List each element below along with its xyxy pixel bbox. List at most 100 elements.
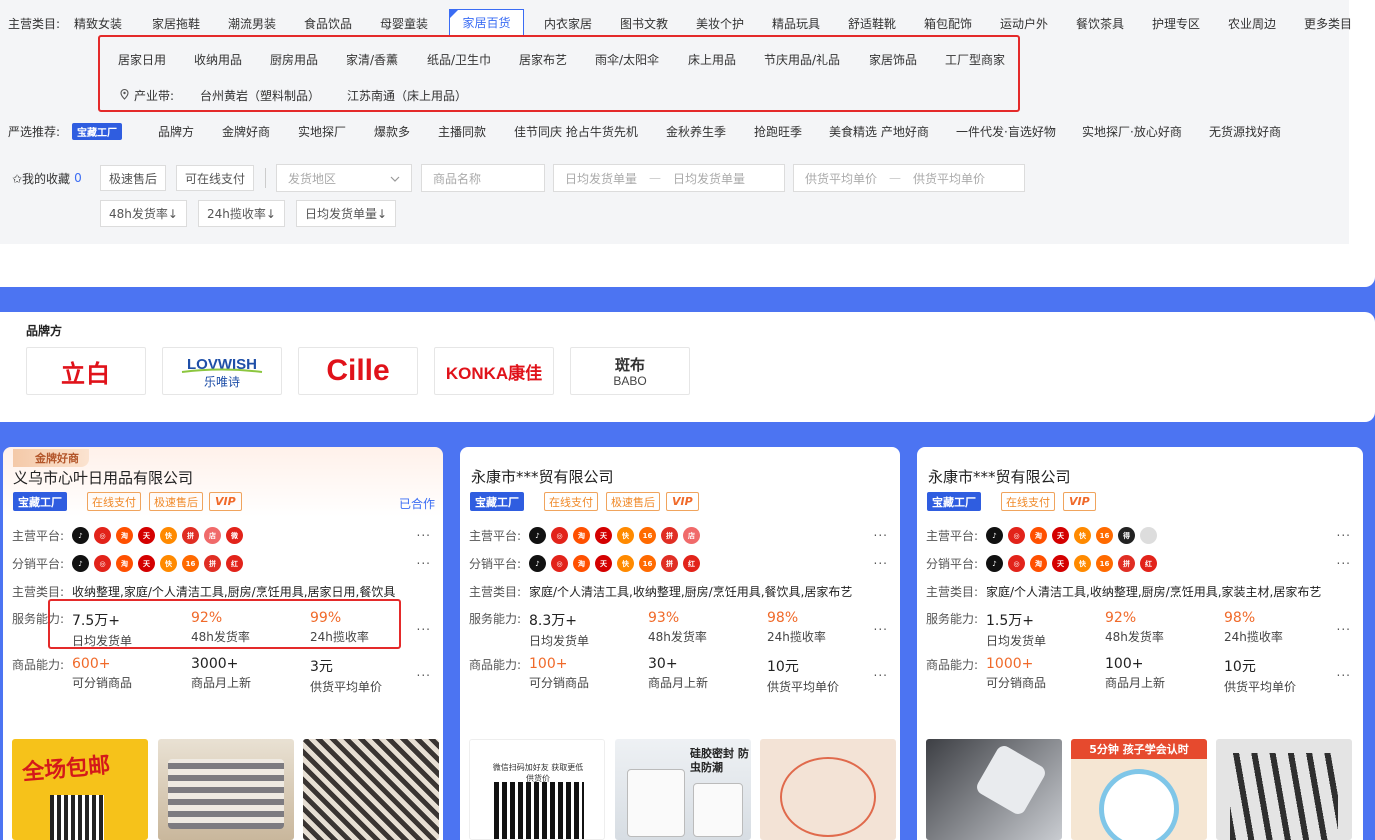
category-item[interactable]: 精致女装 xyxy=(74,15,122,32)
category-item[interactable]: 食品饮品 xyxy=(304,15,352,32)
more-icon[interactable]: ... xyxy=(417,525,431,539)
recommend-item[interactable]: 实地探厂 xyxy=(298,123,346,140)
recommend-item[interactable]: 主播同款 xyxy=(438,123,486,140)
recommend-item[interactable]: 佳节同庆 抢占牛货先机 xyxy=(514,123,638,140)
sort-daily-ship[interactable]: 日均发货单量↓ xyxy=(296,200,397,227)
daily-ship-to[interactable]: 日均发货单量 xyxy=(673,170,745,187)
product-thumbnail[interactable] xyxy=(760,739,896,840)
category-item[interactable]: 家居拖鞋 xyxy=(152,15,200,32)
subcategory-item[interactable]: 居家布艺 xyxy=(519,51,567,68)
supplier-name[interactable]: 永康市***贸有限公司 xyxy=(471,466,614,487)
category-item[interactable]: 母婴童装 xyxy=(380,15,428,32)
supplier-card[interactable]: 永康市***贸有限公司 宝藏工厂 在线支付 VIP 主营平台: ♪ ◎ 淘 天 … xyxy=(917,447,1363,840)
subcategory-item[interactable]: 节庆用品/礼品 xyxy=(764,51,840,68)
recommend-item[interactable]: 美食精选 产地好商 xyxy=(829,123,929,140)
supplier-name[interactable]: 永康市***贸有限公司 xyxy=(928,466,1071,487)
product-thumbnail[interactable]: 微信扫码加好友 获取更低供货价 xyxy=(469,739,605,840)
recommend-item[interactable]: 金秋养生季 xyxy=(666,123,726,140)
pinduoduo-icon: 拼 xyxy=(661,527,678,544)
category-item[interactable]: 精品玩具 xyxy=(772,15,820,32)
brand-logo-konka[interactable]: KONKA康佳 xyxy=(434,347,554,395)
category-item[interactable]: 农业周边 xyxy=(1228,15,1276,32)
price-range[interactable]: 供货平均单价 — 供货平均单价 xyxy=(793,164,1025,192)
industry-item[interactable]: 台州黄岩（塑料制品） xyxy=(200,87,320,104)
more-icon[interactable]: ... xyxy=(1337,619,1351,633)
online-pay-filter[interactable]: 可在线支付 xyxy=(176,165,255,191)
daily-ship-range[interactable]: 日均发货单量 — 日均发货单量 xyxy=(553,164,785,192)
brand-logo-libai[interactable]: 立白 xyxy=(26,347,146,395)
more-icon[interactable]: ... xyxy=(874,525,888,539)
category-item[interactable]: 护理专区 xyxy=(1152,15,1200,32)
subcategory-item[interactable]: 收纳用品 xyxy=(194,51,242,68)
category-item[interactable]: 舒适鞋靴 xyxy=(848,15,896,32)
brand-logo-cille[interactable]: Cille xyxy=(298,347,418,395)
more-icon[interactable]: ... xyxy=(417,553,431,567)
supplier-card[interactable]: 金牌好商 义乌市心叶日用品有限公司 宝藏工厂 在线支付 极速售后 VIP 已合作… xyxy=(3,447,443,840)
tmall-icon: 天 xyxy=(1052,555,1069,572)
ship-area-select[interactable]: 发货地区 xyxy=(276,164,412,192)
subcategory-item[interactable]: 家居饰品 xyxy=(869,51,917,68)
subcategory-item[interactable]: 厨房用品 xyxy=(270,51,318,68)
recommend-item[interactable]: 爆款多 xyxy=(374,123,410,140)
recommend-item[interactable]: 一件代发·盲选好物 xyxy=(956,123,1056,140)
category-item[interactable]: 餐饮茶具 xyxy=(1076,15,1124,32)
subcategory-item[interactable]: 家清/香薰 xyxy=(346,51,398,68)
brands-panel: 品牌方 立白 LOVWISH 乐唯诗 Cille KONKA康佳 斑布 BABO xyxy=(0,312,1375,422)
subcategory-item[interactable]: 纸品/卫生巾 xyxy=(427,51,491,68)
product-thumbnail[interactable]: 硅胶密封 防虫防潮 xyxy=(615,739,751,840)
industry-item[interactable]: 江苏南通（床上用品） xyxy=(347,87,467,104)
subcategory-item[interactable]: 工厂型商家 xyxy=(945,51,1005,68)
category-item[interactable]: 内衣家居 xyxy=(544,15,592,32)
category-item-more[interactable]: 更多类目 xyxy=(1304,15,1352,32)
category-item[interactable]: 美妆个护 xyxy=(696,15,744,32)
more-icon[interactable]: ... xyxy=(1337,665,1351,679)
recommend-badge[interactable]: 宝藏工厂 xyxy=(72,122,122,140)
recommend-item[interactable]: 实地探厂·放心好商 xyxy=(1082,123,1182,140)
subcategory-item[interactable]: 雨伞/太阳伞 xyxy=(595,51,659,68)
category-item[interactable]: 潮流男装 xyxy=(228,15,276,32)
product-thumbnail[interactable] xyxy=(1216,739,1352,840)
favorites[interactable]: ✩我的收藏 0 xyxy=(12,166,82,190)
more-icon[interactable]: ... xyxy=(874,665,888,679)
sort-24h-pickup[interactable]: 24h揽收率↓ xyxy=(198,200,285,227)
category-item[interactable]: 运动户外 xyxy=(1000,15,1048,32)
product-thumbnail[interactable] xyxy=(926,739,1062,840)
category-item[interactable]: 箱包配饰 xyxy=(924,15,972,32)
metric-monthly-new: 30+ 商品月上新 xyxy=(648,656,758,691)
brand-logo-lovwish[interactable]: LOVWISH 乐唯诗 xyxy=(162,347,282,395)
recommend-item[interactable]: 无货源找好商 xyxy=(1209,123,1281,140)
more-icon[interactable]: ... xyxy=(874,553,888,567)
supplier-card[interactable]: 永康市***贸有限公司 宝藏工厂 在线支付 极速售后 VIP 主营平台: ♪ ◎… xyxy=(460,447,900,840)
product-thumbnail[interactable]: 5分钟 孩子学会认时 xyxy=(1071,739,1207,840)
price-to[interactable]: 供货平均单价 xyxy=(913,170,985,187)
category-item[interactable]: 图书文教 xyxy=(620,15,668,32)
product-name-input[interactable]: 商品名称 xyxy=(421,164,545,192)
recommend-item[interactable]: 抢跑旺季 xyxy=(754,123,802,140)
sort-48h-ship[interactable]: 48h发货率↓ xyxy=(100,200,187,227)
product-thumbnail[interactable]: 全场包邮 xyxy=(12,739,148,840)
brand-logo-babo[interactable]: 斑布 BABO xyxy=(570,347,690,395)
fast-aftersale-filter[interactable]: 极速售后 xyxy=(100,165,167,191)
more-icon[interactable]: ... xyxy=(1337,553,1351,567)
product-thumbnail[interactable] xyxy=(303,739,439,840)
treasure-factory-badge: 宝藏工厂 xyxy=(13,492,67,511)
product-thumbnail[interactable] xyxy=(158,739,294,840)
qr-caption: 微信扫码加好友 获取更低供货价 xyxy=(492,763,584,783)
price-from[interactable]: 供货平均单价 xyxy=(805,170,877,187)
more-icon[interactable]: ... xyxy=(1337,525,1351,539)
more-icon[interactable]: ... xyxy=(874,619,888,633)
daily-ship-from[interactable]: 日均发货单量 xyxy=(565,170,637,187)
category-item-active[interactable]: 家居百货 xyxy=(449,9,524,36)
metric-label: 可分销商品 xyxy=(72,676,133,690)
more-icon[interactable]: ... xyxy=(417,665,431,679)
more-icon[interactable]: ... xyxy=(417,619,431,633)
pinduoduo-icon: 拼 xyxy=(661,555,678,572)
favorites-label[interactable]: ✩我的收藏 xyxy=(12,170,70,187)
subcategory-item[interactable]: 床上用品 xyxy=(688,51,736,68)
subcategory-item[interactable]: 居家日用 xyxy=(118,51,166,68)
supplier-name[interactable]: 义乌市心叶日用品有限公司 xyxy=(13,467,193,488)
lovwish-logo: LOVWISH 乐唯诗 xyxy=(181,356,263,389)
metric-48h-ship: 93% 48h发货率 xyxy=(648,610,758,645)
recommend-item[interactable]: 品牌方 xyxy=(158,123,194,140)
recommend-item[interactable]: 金牌好商 xyxy=(222,123,270,140)
